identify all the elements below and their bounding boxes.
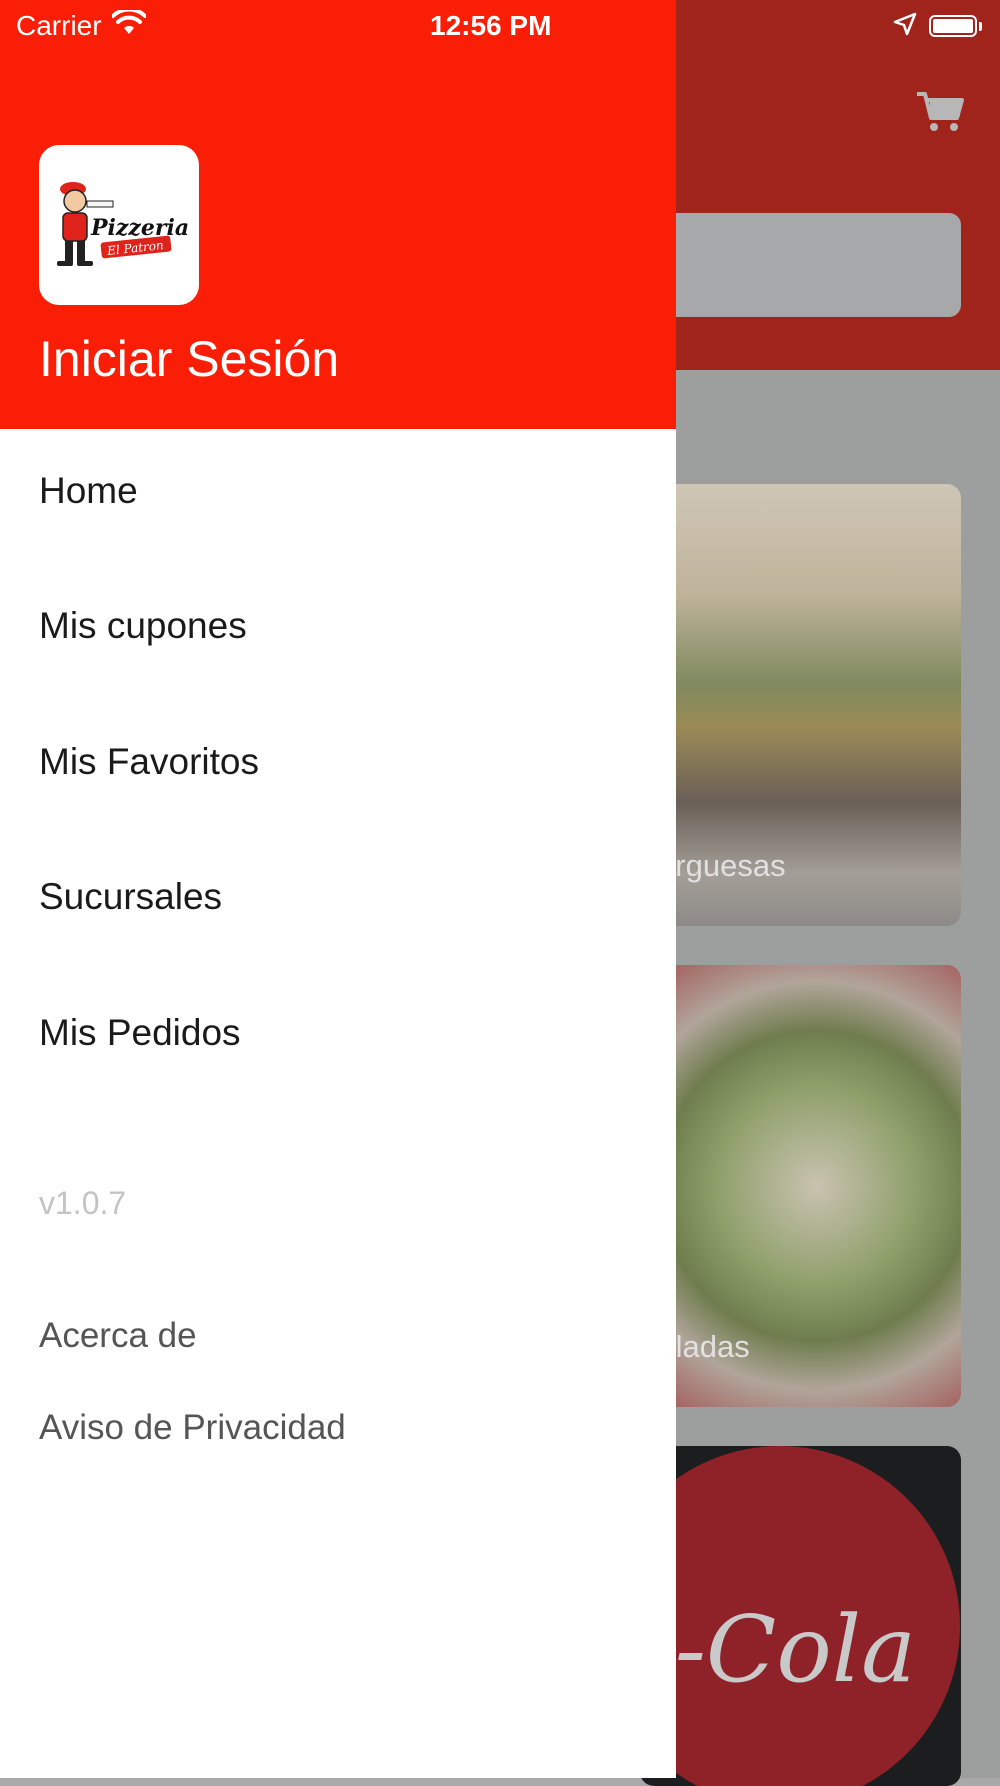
app-version: v1.0.7 — [39, 1185, 127, 1221]
menu-item-mis-cupones[interactable]: Mis cupones — [39, 586, 639, 666]
coca-cola-logo-text: a-Cola — [640, 1596, 916, 1703]
battery-tip — [979, 21, 982, 31]
side-drawer: Pizzeria El Patron Iniciar Sesión Home M… — [0, 0, 676, 1778]
battery-icon — [929, 15, 977, 37]
status-time: 12:56 PM — [430, 10, 552, 41]
menu-item-sucursales[interactable]: Sucursales — [39, 857, 639, 937]
menu-item-mis-favoritos[interactable]: Mis Favoritos — [39, 722, 639, 802]
search-bar[interactable] — [640, 213, 961, 317]
logo-wordmark: Pizzeria — [90, 215, 189, 241]
status-bar-right — [893, 10, 982, 42]
wifi-icon — [110, 7, 147, 43]
menu-item-mis-pedidos[interactable]: Mis Pedidos — [39, 993, 639, 1073]
menu-item-home[interactable]: Home — [39, 451, 639, 531]
category-card-hamburguesas[interactable]: mburguesas — [640, 484, 961, 926]
aviso-privacidad-link[interactable]: Aviso de Privacidad — [39, 1398, 639, 1458]
app-logo: Pizzeria El Patron — [39, 145, 199, 305]
carrier-label: Carrier — [16, 10, 102, 41]
location-arrow-icon — [893, 12, 917, 41]
drawer-header: Pizzeria El Patron Iniciar Sesión — [0, 0, 676, 429]
cart-icon[interactable] — [915, 90, 965, 134]
svg-text:El Patron: El Patron — [106, 238, 165, 258]
category-card-bebidas[interactable]: a-Cola — [640, 1446, 961, 1786]
login-link[interactable]: Iniciar Sesión — [39, 330, 339, 388]
status-bar-left: Carrier — [16, 7, 147, 44]
category-card-ensaladas[interactable]: Ensaladas — [640, 965, 961, 1407]
acerca-de-link[interactable]: Acerca de — [39, 1306, 639, 1366]
